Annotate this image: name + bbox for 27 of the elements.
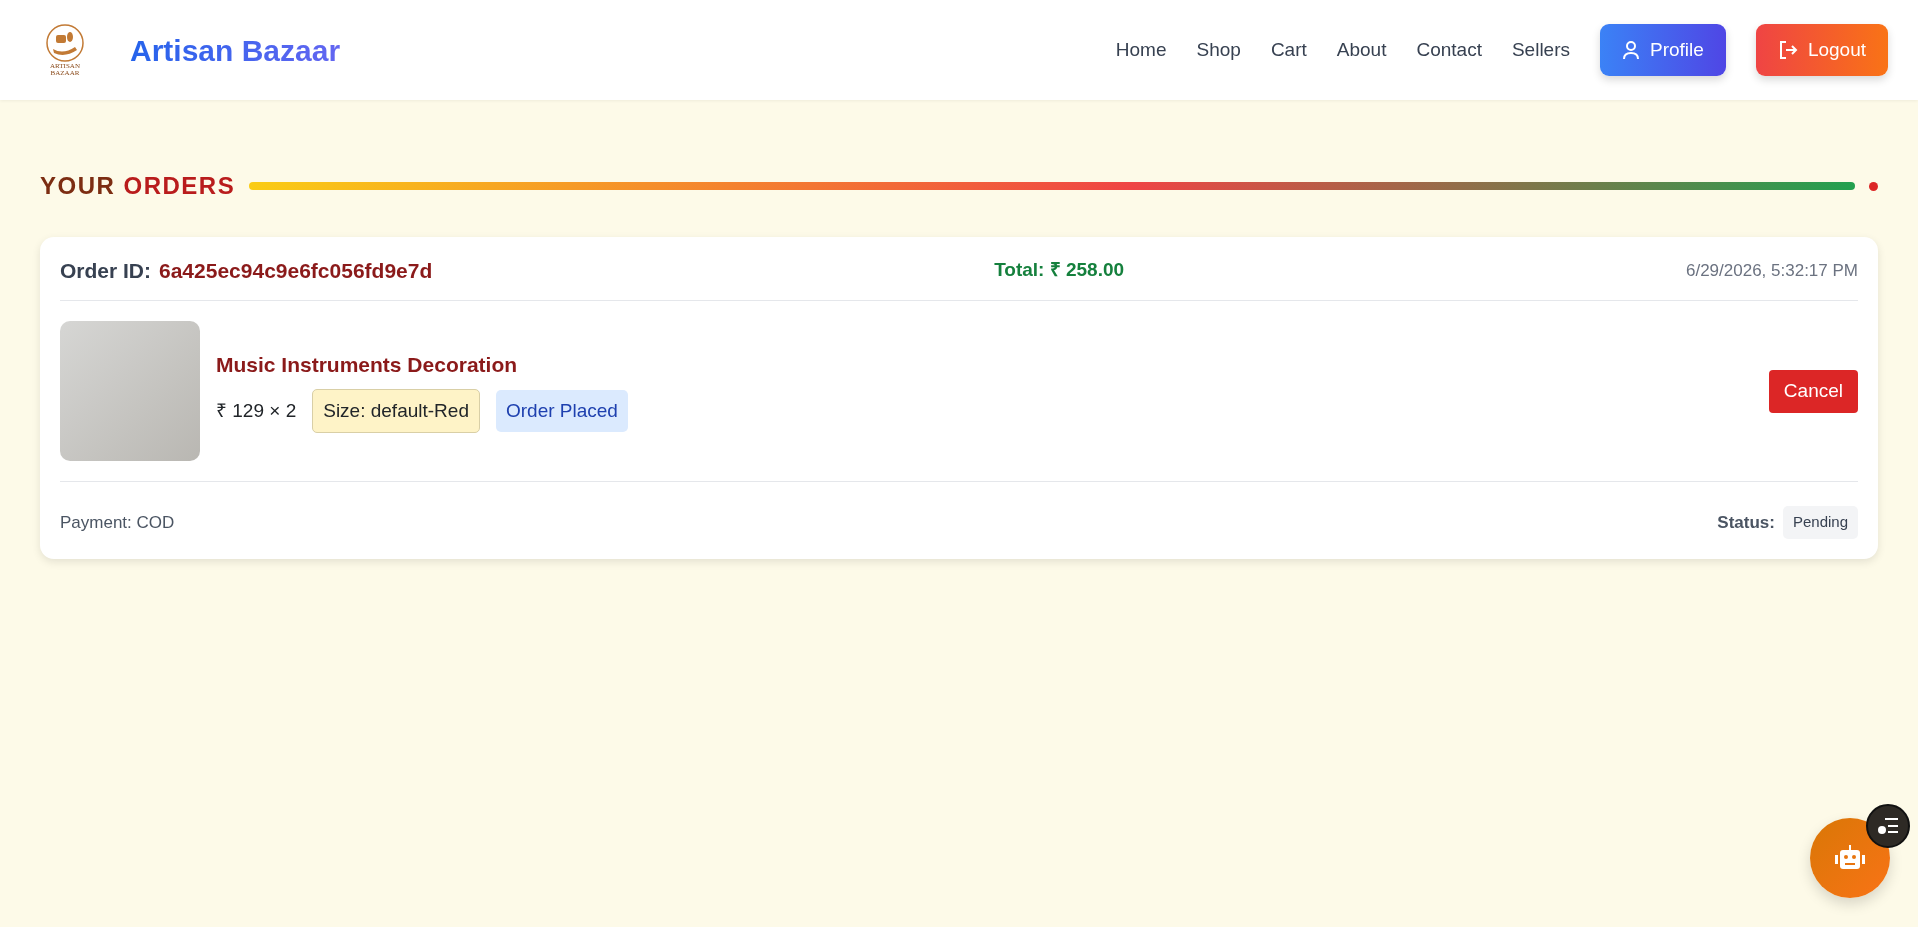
order-id: 6a425ec94c9e6fc056fd9e7d: [159, 257, 433, 284]
nav-link[interactable]: About: [1336, 35, 1387, 65]
profile-button[interactable]: Profile: [1600, 23, 1726, 77]
list-settings-icon: [1877, 817, 1899, 835]
order-date: 6/29/2026, 5:32:17 PM: [1686, 259, 1858, 282]
nav-link[interactable]: Contact: [1416, 35, 1482, 65]
size-tag: Size: default-Red: [312, 388, 480, 434]
item-status-tag: Order Placed: [495, 389, 628, 433]
order-id-label: Order ID:: [60, 257, 151, 284]
nav-link[interactable]: Home: [1115, 35, 1167, 65]
chatbot-button[interactable]: [1810, 818, 1890, 898]
status-label: Status:: [1717, 511, 1775, 534]
nav-link[interactable]: Cart: [1270, 35, 1307, 65]
dot-icon: [1869, 181, 1878, 191]
payment-method: Payment: COD: [60, 511, 176, 534]
robot-icon: [1835, 845, 1865, 871]
order-total: Total: ₹ 258.00: [994, 259, 1125, 281]
status-tag: Pending: [1782, 506, 1858, 539]
price-quantity: ₹ 129 × 2: [216, 398, 297, 423]
cancel-button[interactable]: Cancel: [1768, 370, 1858, 413]
nav-link[interactable]: Sellers: [1511, 35, 1570, 65]
logout-icon: [1777, 40, 1798, 60]
page-heading: YOUR ORDERS: [40, 172, 236, 201]
product-name: Music Instruments Decoration: [216, 352, 519, 379]
nav-link[interactable]: Shop: [1196, 35, 1241, 65]
user-icon: [1622, 40, 1640, 60]
accessibility-button[interactable]: [1866, 804, 1910, 848]
